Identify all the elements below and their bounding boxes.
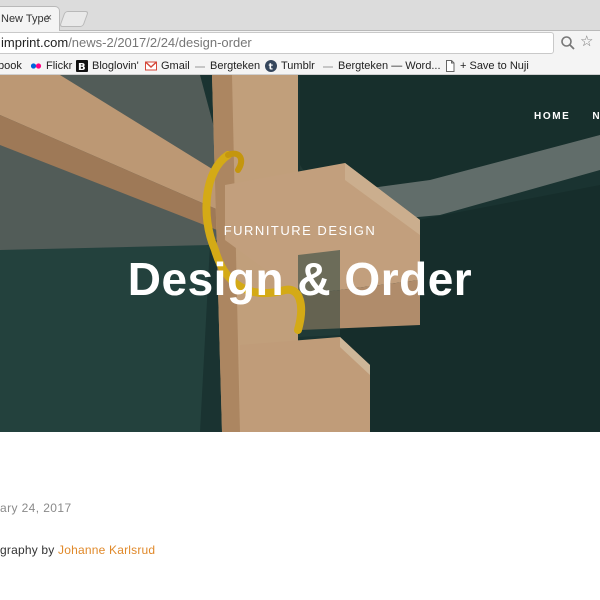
bergteken-icon — [195, 66, 205, 67]
bookmark-label: Bloglovin' — [92, 59, 139, 72]
post-date: ary 24, 2017 — [0, 501, 72, 515]
address-bar[interactable]: imprint.com/news-2/2017/2/24/design-orde… — [0, 32, 554, 54]
close-icon[interactable]: × — [46, 12, 52, 24]
hero-banner: HOME NE FURNITURE DESIGN Design & Order — [0, 75, 600, 432]
category-label[interactable]: FURNITURE DESIGN — [0, 223, 600, 238]
new-tab-button[interactable] — [59, 11, 89, 27]
bookmark-item[interactable]: book — [0, 58, 22, 73]
bookmark-item[interactable]: B Bloglovin' — [76, 58, 139, 73]
url-path: /news-2/2017/2/24/design-order — [68, 35, 252, 50]
nav-next[interactable]: NE — [592, 111, 600, 122]
photo-credit: graphy by Johanne Karlsrud — [0, 543, 155, 557]
zoom-icon[interactable] — [560, 35, 576, 51]
bookmark-label: Flickr — [46, 59, 73, 72]
bookmarks-bar: book Flickr B Bloglovin' Gmail Bergteken… — [0, 55, 600, 75]
bookmark-item[interactable]: Bergteken — [194, 58, 260, 73]
browser-toolbar: imprint.com/news-2/2017/2/24/design-orde… — [0, 31, 600, 55]
bookmark-star-icon[interactable]: ☆ — [580, 33, 593, 51]
bookmark-item[interactable]: Gmail — [145, 58, 190, 73]
tab-title: New Type — [1, 13, 50, 25]
svg-text:B: B — [78, 62, 86, 72]
bookmark-item[interactable]: Flickr — [30, 58, 72, 73]
flickr-icon — [30, 62, 42, 69]
page-title: Design & Order — [127, 253, 473, 305]
bookmark-item[interactable]: Bergteken — Word... — [322, 58, 441, 73]
browser-tab[interactable]: New Type × — [0, 6, 60, 32]
credit-prefix: graphy by — [0, 543, 59, 557]
nav-home[interactable]: HOME — [534, 111, 570, 122]
photographer-link[interactable]: Johanne Karlsrud — [58, 543, 155, 557]
bloglovin-icon: B — [76, 59, 88, 72]
page-icon — [446, 59, 455, 72]
bookmark-label: Bergteken — Word... — [338, 59, 441, 72]
bookmark-label: book — [0, 59, 22, 72]
bookmark-label: + Save to Nuji — [460, 59, 529, 72]
bergteken-icon — [323, 66, 333, 67]
svg-text:t: t — [269, 62, 274, 72]
bookmark-label: Bergteken — [210, 59, 261, 72]
bookmark-label: Tumblr — [281, 59, 315, 72]
tumblr-icon: t — [265, 59, 277, 72]
site-nav: HOME NE — [534, 111, 600, 122]
tab-strip: New Type × — [0, 0, 600, 32]
bookmark-item[interactable]: + Save to Nuji — [444, 58, 529, 73]
bookmark-label: Gmail — [161, 59, 190, 72]
url-host: imprint.com — [1, 35, 69, 50]
gmail-icon — [145, 60, 157, 70]
bookmark-item[interactable]: t Tumblr — [265, 58, 315, 73]
